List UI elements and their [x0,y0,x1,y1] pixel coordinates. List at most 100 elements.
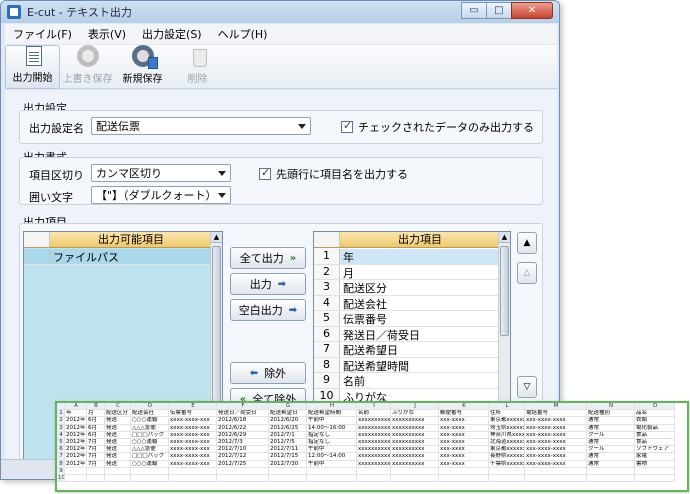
table-row[interactable]: 8 配送希望時間 [314,357,500,373]
sheet-column-header: A [65,403,87,411]
sheet-row-number: 2 [57,417,65,425]
sheet-cell [169,475,217,483]
scroll-thumb[interactable] [500,246,509,336]
sheet-cell: 2012/7/1 [269,431,307,439]
chevron-down-icon [218,171,226,176]
minimize-button[interactable]: ▭ [461,2,487,19]
scroll-up-icon[interactable]: ▲ [499,232,510,243]
window-controls: ▭ □ ✕ [461,2,553,19]
sheet-row-number: 8 [57,460,65,468]
menu-help[interactable]: ヘルプ(H) [210,26,276,42]
delete-button[interactable]: 削除 [170,45,225,89]
close-button[interactable]: ✕ [511,2,553,19]
move-down-button[interactable]: ▽ [517,376,537,398]
list-item[interactable]: ファイルパス [24,249,212,265]
header-row-checkbox[interactable]: 先頭行に項目名を出力する [259,166,408,182]
arrow-right-icon: ➡ [277,278,287,290]
row-label: 月 [343,266,354,280]
sheet-cell [105,467,131,475]
sheet-cell: 指定なし [307,439,357,447]
sheet-cell: xxxxxxxxxx [391,417,439,425]
move-up-disabled-button[interactable]: △ [517,262,537,284]
sheet-cell: xxx-xxxx [439,453,489,461]
sheet-cell: 電話番号 [525,410,587,418]
sheet-cell: xxx-xxxx [439,424,489,432]
all-output-button[interactable]: 全て出力 » [230,247,306,269]
delete-label: 削除 [187,74,208,85]
sheet-cell [169,467,217,475]
sheet-cell: △△△急便 [131,446,169,454]
table-row[interactable]: 4 配送会社 [314,295,500,311]
sheet-cell: xxx-xxxx [439,460,489,468]
sheet-cell: 2012年 [65,431,87,439]
table-row[interactable]: 9 名前 [314,373,500,389]
quote-label: 囲い文字 [29,191,73,204]
table-row[interactable]: 3 配送区分 [314,280,500,296]
new-save-button[interactable]: 新規保存 [115,45,170,89]
document-icon [26,46,42,66]
checked-only-checkbox[interactable]: チェックされたデータのみ出力する [341,119,534,135]
sheet-cell: xxxxxxxxxx [391,431,439,439]
sheet-cell [635,475,675,483]
row-number: 3 [314,280,340,295]
table-row[interactable]: 1年 [314,249,500,265]
sheet-cell: 2012年 [65,453,87,461]
triangle-down-outline-icon: ▽ [523,382,531,392]
title-bar[interactable]: E-cut - テキスト出力 ▭ □ ✕ [1,1,559,23]
sheet-column-header: O [635,403,675,411]
menu-view[interactable]: 表示(V) [80,26,134,42]
sheet-cell: 通常 [587,424,635,432]
overwrite-save-label: 上書き保存 [62,74,113,85]
chevron-down-icon [298,124,306,129]
sheet-cell: 配送希望時間 [307,410,357,418]
sheet-corner [57,403,65,411]
sheet-cell: xxxxxxxxxx [357,453,391,461]
sheet-cell: xxxxxxxxxx [391,439,439,447]
move-up-button[interactable]: ▲ [517,232,537,254]
sheet-cell: xxxxxxxxxx [357,417,391,425]
sheet-row: 4 2012年 6月 発送 □□□パック xxxx-xxxx-xxx 2012/6/29 20… [57,431,675,439]
sheet-cell [391,467,439,475]
sheet-cell [87,467,105,475]
row-number: 6 [314,326,340,341]
sheet-cell [489,467,525,475]
overwrite-save-button[interactable]: 上書き保存 [60,45,115,89]
sheet-cell: xxx-xxxx-xxxx [525,431,587,439]
row-number-cell [24,249,50,264]
table-row[interactable]: 5 伝票番号 [314,311,500,327]
checkbox-checked-icon [259,166,271,180]
sheet-cell: 食品 [635,431,675,439]
table-row[interactable]: 7 配送希望日 [314,342,500,358]
sheet-column-header: D [131,403,169,411]
sheet-cell: 発送 [105,431,131,439]
sheet-cell [439,475,489,483]
menu-output-settings[interactable]: 出力設定(S) [134,26,210,42]
blank-output-button[interactable]: 空白出力 ➡ [230,299,306,321]
row-label: 配送希望日 [343,344,398,357]
sheet-cell [587,467,635,475]
table-row[interactable]: 2月 [314,264,500,280]
delimiter-combo[interactable]: カンマ区切り [91,164,231,182]
remove-button[interactable]: ⬅ 除外 [230,362,306,384]
row-label: 配送会社 [343,297,387,311]
scroll-up-icon[interactable]: ▲ [211,232,222,243]
sheet-cell: xxx-xxxx-xxxx [525,460,587,468]
sheet-cell: xxx-xxxx [439,431,489,439]
quote-combo[interactable]: 【"】（ダブルクォート） [91,186,231,204]
table-row[interactable]: 6 発送日／荷受日 [314,326,500,342]
maximize-icon: □ [494,5,504,16]
output-start-button[interactable]: 出力開始 [5,45,60,89]
setting-name-combo[interactable]: 配送伝票 [91,117,311,135]
sheet-cell: ○○○運輸 [131,417,169,425]
menu-file[interactable]: ファイル(F) [5,26,80,42]
maximize-button[interactable]: □ [486,2,512,19]
sheet-row: 5 2012年 7月 発送 ○○○運輸 xxxx-xxxx-xxx 2012/7/3 2012… [57,439,675,447]
output-button[interactable]: 出力 ➡ [230,273,306,295]
sheet-column-header: L [489,403,525,411]
sheet-cell [525,467,587,475]
row-number: 2 [314,264,340,279]
all-output-label: 全て出力 [239,252,284,265]
close-icon: ✕ [527,5,537,16]
minimize-icon: ▭ [469,5,479,16]
sheet-cell: 品名 [635,410,675,418]
